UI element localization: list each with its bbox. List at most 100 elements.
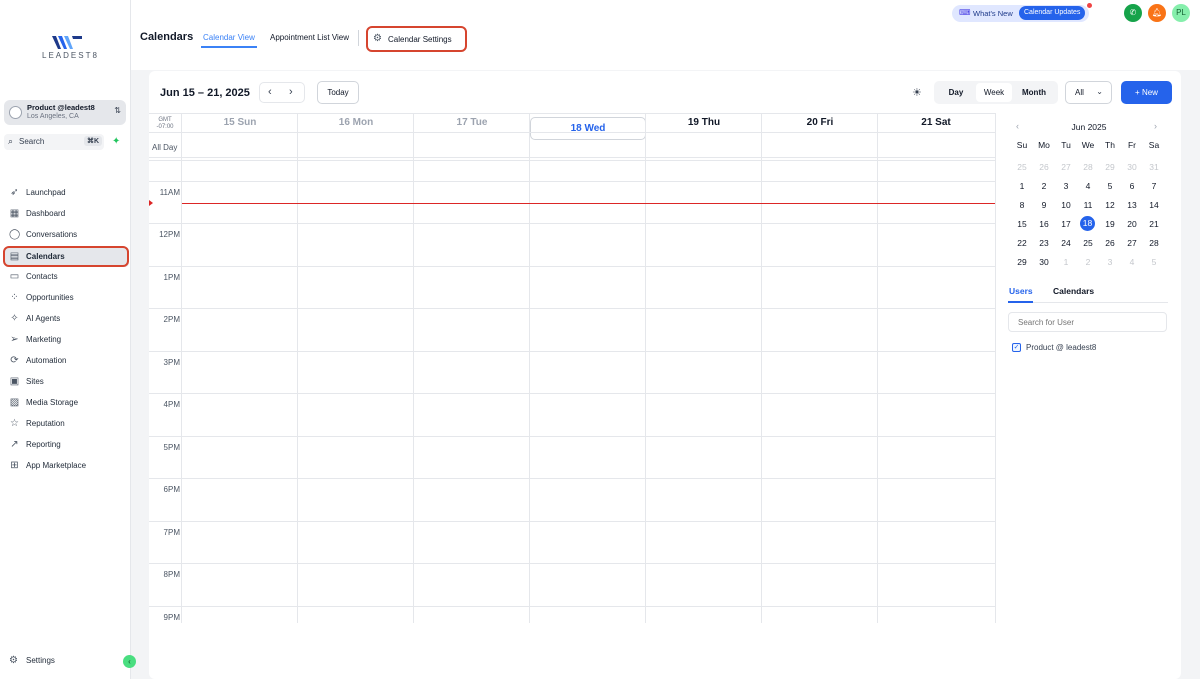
day-header[interactable]: 20 Fri bbox=[762, 117, 878, 128]
account-name: Product @leadest8 bbox=[27, 103, 95, 112]
mini-next-month-button[interactable]: › bbox=[1154, 121, 1157, 131]
grid-line bbox=[149, 478, 995, 479]
mini-calendar-day[interactable]: 30 bbox=[1121, 159, 1143, 175]
sidebar: LEADEST8 Product @leadest8 Los Angeles, … bbox=[0, 0, 131, 679]
mini-calendar-day[interactable]: 28 bbox=[1143, 235, 1165, 251]
tab-users[interactable]: Users bbox=[1009, 286, 1033, 296]
tab-calendar-view[interactable]: Calendar View bbox=[203, 33, 255, 42]
mini-calendar-day[interactable]: 26 bbox=[1033, 159, 1055, 175]
sidebar-item-conversations[interactable]: ◯ Conversations bbox=[0, 225, 131, 245]
view-day[interactable]: Day bbox=[938, 81, 974, 104]
tab-appointment-list-view[interactable]: Appointment List View bbox=[270, 33, 349, 42]
contacts-icon: ▭ bbox=[9, 271, 20, 282]
sidebar-item-reporting[interactable]: ↗ Reporting bbox=[0, 435, 131, 455]
mini-calendar-day[interactable]: 3 bbox=[1099, 254, 1121, 270]
mini-calendar-day[interactable]: 31 bbox=[1143, 159, 1165, 175]
day-header[interactable]: 19 Thu bbox=[646, 117, 762, 128]
mini-calendar-day[interactable]: 1 bbox=[1011, 178, 1033, 194]
mini-calendar-day[interactable]: 23 bbox=[1033, 235, 1055, 251]
day-header[interactable]: 15 Sun bbox=[182, 117, 298, 128]
mini-calendar-day[interactable]: 4 bbox=[1077, 178, 1099, 194]
mini-calendar-day[interactable]: 2 bbox=[1077, 254, 1099, 270]
mini-calendar-day[interactable]: 16 bbox=[1033, 216, 1055, 232]
mini-calendar-day[interactable]: 5 bbox=[1143, 254, 1165, 270]
mini-calendar-day[interactable]: 9 bbox=[1033, 197, 1055, 213]
sidebar-item-opportunities[interactable]: ⁘ Opportunities bbox=[0, 288, 131, 308]
mini-calendar-day[interactable]: 22 bbox=[1011, 235, 1033, 251]
sidebar-item-media-storage[interactable]: ▨ Media Storage bbox=[0, 393, 131, 413]
sidebar-item-reputation[interactable]: ☆ Reputation bbox=[0, 414, 131, 434]
mini-calendar-day[interactable]: 11 bbox=[1077, 197, 1099, 213]
mini-calendar-day[interactable]: 21 bbox=[1143, 216, 1165, 232]
mini-calendar-day[interactable]: 3 bbox=[1055, 178, 1077, 194]
mini-calendar-day[interactable]: 29 bbox=[1099, 159, 1121, 175]
sidebar-item-dashboard[interactable]: ▦ Dashboard bbox=[0, 204, 131, 224]
day-header[interactable]: 21 Sat bbox=[878, 117, 994, 128]
mini-calendar-day[interactable]: 1 bbox=[1055, 254, 1077, 270]
time-label: 4PM bbox=[163, 400, 180, 409]
ai-sparkle-icon[interactable]: ✦ bbox=[112, 136, 120, 147]
page-title: Calendars bbox=[140, 31, 194, 43]
mini-calendar-day[interactable]: 25 bbox=[1077, 235, 1099, 251]
view-week[interactable]: Week bbox=[976, 83, 1012, 102]
whats-new-button[interactable]: ⌨ What's New Calendar Updates bbox=[952, 3, 1092, 22]
sites-icon: ▣ bbox=[9, 376, 20, 387]
sidebar-item-automation[interactable]: ⟳ Automation bbox=[0, 351, 131, 371]
filter-select[interactable]: All ⌄ bbox=[1065, 81, 1112, 104]
mini-calendar-day[interactable]: 7 bbox=[1143, 178, 1165, 194]
mini-calendar-day[interactable]: 17 bbox=[1055, 216, 1077, 232]
mini-calendar-day[interactable]: 4 bbox=[1121, 254, 1143, 270]
view-month[interactable]: Month bbox=[1014, 81, 1054, 104]
mini-calendar-day-selected[interactable]: 18 bbox=[1080, 216, 1095, 231]
sidebar-item-settings[interactable]: ⚙ Settings bbox=[0, 651, 131, 671]
mini-calendar-day[interactable]: 12 bbox=[1099, 197, 1121, 213]
mini-calendar-day[interactable]: 6 bbox=[1121, 178, 1143, 194]
sidebar-item-contacts[interactable]: ▭ Contacts bbox=[0, 267, 131, 287]
tab-calendars[interactable]: Calendars bbox=[1053, 286, 1094, 296]
day-header[interactable]: 17 Tue bbox=[414, 117, 530, 128]
sidebar-item-ai-agents[interactable]: ✧ AI Agents bbox=[0, 309, 131, 329]
prev-week-button[interactable]: ‹ bbox=[268, 86, 272, 98]
mini-calendar-day[interactable]: 5 bbox=[1099, 178, 1121, 194]
sidebar-item-sites[interactable]: ▣ Sites bbox=[0, 372, 131, 392]
user-search-input[interactable] bbox=[1008, 312, 1167, 332]
sidebar-item-marketing[interactable]: ➢ Marketing bbox=[0, 330, 131, 350]
grid-line bbox=[645, 114, 646, 623]
day-header-today[interactable]: 18 Wed bbox=[530, 117, 646, 140]
notification-dot bbox=[1087, 3, 1092, 8]
phone-button[interactable]: ✆ bbox=[1124, 4, 1142, 22]
grid-line bbox=[761, 114, 762, 623]
mini-calendar-day[interactable]: 30 bbox=[1033, 254, 1055, 270]
next-week-button[interactable]: › bbox=[289, 86, 293, 98]
mini-calendar-day[interactable]: 28 bbox=[1077, 159, 1099, 175]
mini-calendar-day[interactable]: 25 bbox=[1011, 159, 1033, 175]
top-bar: Calendars Calendar View Appointment List… bbox=[131, 0, 1200, 70]
mini-calendar-day[interactable]: 27 bbox=[1055, 159, 1077, 175]
sidebar-item-launchpad[interactable]: ➶ Launchpad bbox=[0, 183, 131, 203]
lightbulb-icon[interactable]: ☀ bbox=[912, 86, 922, 99]
mini-calendar-day[interactable]: 29 bbox=[1011, 254, 1033, 270]
sidebar-item-app-marketplace[interactable]: ⊞ App Marketplace bbox=[0, 456, 131, 476]
mini-calendar-day[interactable]: 8 bbox=[1011, 197, 1033, 213]
sidebar-search[interactable]: ⌕ Search ⌘K bbox=[4, 134, 104, 150]
new-button[interactable]: + New bbox=[1121, 81, 1172, 104]
notifications-button[interactable]: 🔔︎ bbox=[1148, 4, 1166, 22]
avatar[interactable]: PL bbox=[1172, 4, 1190, 22]
mini-calendar-day[interactable]: 27 bbox=[1121, 235, 1143, 251]
day-header[interactable]: 16 Mon bbox=[298, 117, 414, 128]
mini-calendar-day[interactable]: 26 bbox=[1099, 235, 1121, 251]
collapse-sidebar-button[interactable]: ‹ bbox=[123, 655, 136, 668]
mini-calendar-day[interactable]: 2 bbox=[1033, 178, 1055, 194]
mini-calendar-day[interactable]: 15 bbox=[1011, 216, 1033, 232]
mini-calendar-day[interactable]: 13 bbox=[1121, 197, 1143, 213]
sparkle-icon: ✧ bbox=[10, 313, 19, 324]
user-checkbox[interactable]: ✓ bbox=[1012, 343, 1021, 352]
mini-calendar-day[interactable]: 19 bbox=[1099, 216, 1121, 232]
mini-calendar-day[interactable]: 10 bbox=[1055, 197, 1077, 213]
account-switcher[interactable]: Product @leadest8 Los Angeles, CA ⇅ bbox=[4, 100, 126, 125]
mini-calendar-day[interactable]: 20 bbox=[1121, 216, 1143, 232]
mini-calendar-day[interactable]: 24 bbox=[1055, 235, 1077, 251]
mini-calendar-day[interactable]: 14 bbox=[1143, 197, 1165, 213]
grid-line bbox=[149, 436, 995, 437]
today-button[interactable]: Today bbox=[317, 81, 359, 104]
